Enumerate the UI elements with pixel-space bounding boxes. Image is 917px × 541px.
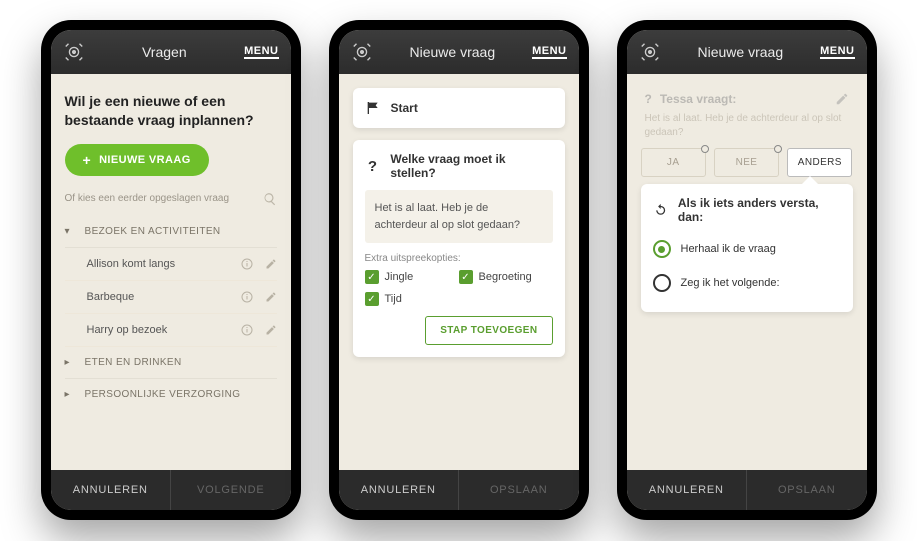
new-question-label: NIEUWE VRAAG [99,154,191,166]
list-item[interactable]: Harry op bezoek [65,314,277,347]
page-title: Nieuwe vraag [373,44,533,60]
radio-say[interactable]: Zeg ik het volgende: [653,266,841,300]
bottombar: ANNULEREN OPSLAAN [339,470,579,510]
category-eten[interactable]: ▸ ETEN EN DRINKEN [65,347,277,379]
info-icon[interactable] [241,258,253,270]
question-icon: ? [365,158,381,174]
edit-icon[interactable] [265,291,277,303]
edit-icon[interactable] [265,258,277,270]
page-title: Vragen [85,44,245,60]
check-icon: ✓ [459,270,473,284]
next-button[interactable]: VOLGENDE [171,470,291,510]
tab-nee[interactable]: NEE [714,148,779,177]
info-icon[interactable] [241,291,253,303]
tab-ja[interactable]: JA [641,148,706,177]
question-icon: ? [645,92,652,106]
chevron-right-icon: ▸ [65,389,75,400]
ghost-question-text: Het is al laat. Heb je de achterdeur al … [645,112,849,140]
app-logo-icon [639,41,661,63]
topbar: Nieuwe vraag MENU [339,30,579,74]
phone-3: Nieuwe vraag MENU ? Tessa vraagt: Het is… [617,20,877,520]
menu-button[interactable]: MENU [532,45,566,59]
save-button[interactable]: OPSLAAN [747,470,867,510]
search-icon[interactable] [263,192,277,206]
fallback-card: Als ik iets anders versta, dan: Herhaal … [641,184,853,312]
category-persoonlijke[interactable]: ▸ PERSOONLIJKE VERZORGING [65,379,277,410]
new-question-button[interactable]: + NIEUWE VRAAG [65,144,209,176]
radio-icon [653,274,671,292]
save-button[interactable]: OPSLAAN [459,470,579,510]
saved-note: Of kies een eerder opgeslagen vraag [65,193,230,204]
phone-2: Nieuwe vraag MENU Start ? Welke vraag mo… [329,20,589,520]
chevron-down-icon: ▾ [65,226,75,237]
plus-icon: + [83,153,92,167]
chevron-right-icon: ▸ [65,357,75,368]
refresh-icon [653,202,668,218]
list-item[interactable]: Allison komt langs [65,248,277,281]
edit-icon[interactable] [265,324,277,336]
checkbox-begroeting[interactable]: ✓ Begroeting [459,270,553,284]
topbar: Vragen MENU [51,30,291,74]
heading: Wil je een nieuwe of een bestaande vraag… [65,92,277,130]
topbar: Nieuwe vraag MENU [627,30,867,74]
answer-tabs: JA NEE ANDERS [641,148,853,177]
radio-icon [653,240,671,258]
app-logo-icon [351,41,373,63]
start-label: Start [391,101,418,115]
radio-repeat[interactable]: Herhaal ik de vraag [653,232,841,266]
bottombar: ANNULEREN OPSLAAN [627,470,867,510]
checkbox-tijd[interactable]: ✓ Tijd [365,292,459,306]
check-icon: ✓ [365,292,379,306]
checkbox-jingle[interactable]: ✓ Jingle [365,270,459,284]
page-title: Nieuwe vraag [661,44,821,60]
list-item[interactable]: Barbeque [65,281,277,314]
fallback-title: Als ik iets anders versta, dan: [678,196,841,224]
cancel-button[interactable]: ANNULEREN [51,470,171,510]
edit-icon[interactable] [835,92,849,106]
category-bezoek[interactable]: ▾ BEZOEK EN ACTIVITEITEN [65,216,277,248]
check-icon: ✓ [365,270,379,284]
cancel-button[interactable]: ANNULEREN [627,470,747,510]
start-card: Start [353,88,565,128]
menu-button[interactable]: MENU [820,45,854,59]
asker-label: Tessa vraagt: [660,92,736,106]
previous-step-ghost: ? Tessa vraagt: Het is al laat. Heb je d… [641,88,853,140]
menu-button[interactable]: MENU [244,45,278,59]
question-input[interactable]: Het is al laat. Heb je de achterdeur al … [365,190,553,243]
phone-1: Vragen MENU Wil je een nieuwe of een bes… [41,20,301,520]
bottombar: ANNULEREN VOLGENDE [51,470,291,510]
flag-icon [365,100,381,116]
app-logo-icon [63,41,85,63]
tab-anders[interactable]: ANDERS [787,148,852,177]
question-card: ? Welke vraag moet ik stellen? Het is al… [353,140,565,357]
add-step-button[interactable]: STAP TOEVOEGEN [425,316,552,345]
cancel-button[interactable]: ANNULEREN [339,470,459,510]
info-icon[interactable] [241,324,253,336]
question-title: Welke vraag moet ik stellen? [390,152,552,180]
extra-options-label: Extra uitspreekopties: [365,253,553,264]
